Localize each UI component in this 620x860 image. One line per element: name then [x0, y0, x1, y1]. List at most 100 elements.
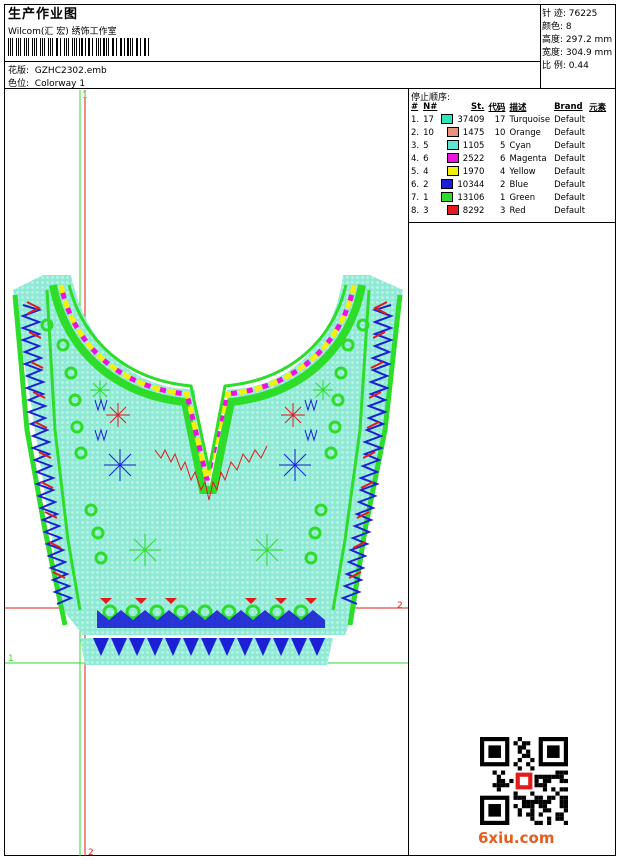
barcode-bar	[39, 38, 41, 56]
qr-module	[517, 808, 522, 813]
cell-element	[587, 204, 608, 217]
qr-module	[542, 783, 548, 788]
qr-module	[538, 774, 543, 779]
qr-module	[526, 812, 531, 817]
barcode-bar	[123, 38, 125, 56]
stitch-cell: 37409	[439, 113, 486, 126]
stitch-cell: 1105	[439, 139, 486, 152]
qr-module	[534, 795, 539, 800]
barcode-bar	[19, 38, 22, 56]
cell-n: 6	[423, 153, 429, 164]
guide-label-v1: 1	[82, 91, 88, 101]
table-row: 2. 10 1475 10 Orange Default	[409, 126, 608, 139]
cell-element	[587, 178, 608, 191]
cell-code: 5	[500, 140, 506, 151]
qr-module	[513, 804, 518, 809]
table-row: 8. 3 8292 3 Red Default	[409, 204, 608, 217]
qr-module	[559, 804, 564, 809]
barcode-bar	[15, 38, 17, 56]
design-width: 宽度: 304.9 mm	[542, 48, 613, 58]
stitch-cell: 1970	[439, 165, 486, 178]
qr-module	[538, 820, 543, 825]
qr-module	[563, 799, 568, 805]
qr-module	[563, 770, 568, 775]
barcode-bar	[115, 38, 117, 56]
qr-module	[526, 799, 531, 805]
cell-brand: Default	[554, 140, 586, 151]
color-swatch	[446, 153, 459, 164]
qr-module	[563, 787, 568, 792]
barcode-bar	[59, 38, 62, 56]
qr-module	[542, 774, 548, 779]
cell-brand: Default	[554, 127, 586, 138]
barcode-bar	[71, 38, 73, 56]
qr-module	[521, 795, 527, 800]
qr-module	[559, 795, 564, 800]
table-row: 3. 5 1105 5 Cyan Default	[409, 139, 608, 152]
qr-module	[500, 783, 506, 788]
cell-n: 10	[423, 127, 434, 138]
cell-element	[587, 152, 608, 165]
cell-brand: Default	[554, 114, 586, 125]
stitch-count: 1475	[462, 127, 485, 138]
qr-module	[517, 795, 522, 800]
cell-code: 3	[500, 205, 506, 216]
qr-module	[542, 799, 548, 805]
barcode-bar	[64, 38, 65, 56]
qr-module	[534, 820, 539, 825]
divider	[4, 61, 540, 62]
page-title: 生产作业图	[8, 7, 79, 22]
color-swatch	[446, 205, 459, 216]
guide-label-h2: 2	[397, 601, 403, 611]
qr-code	[480, 737, 568, 825]
qr-module	[563, 808, 568, 813]
qr-module	[534, 799, 539, 805]
cell-desc: Green	[509, 192, 536, 203]
stitch-count: 10344	[457, 179, 485, 190]
design-height: 高度: 297.2 mm	[542, 35, 613, 45]
qr-module	[563, 804, 568, 809]
cell-idx: 1.	[411, 114, 420, 125]
qr-module	[530, 816, 535, 821]
qr-module	[496, 778, 501, 784]
qr-module	[488, 804, 501, 817]
color-swatch	[446, 140, 459, 151]
design-scale: 比 例: 0.44	[542, 61, 589, 71]
qr-module	[534, 774, 539, 779]
qr-module	[513, 762, 518, 767]
qr-module	[559, 816, 564, 821]
qr-module	[505, 783, 510, 788]
stitch-count: 针 迹: 76225	[542, 9, 598, 19]
qr-module	[500, 770, 506, 775]
qr-module	[555, 816, 560, 821]
cell-brand: Default	[554, 205, 586, 216]
qr-module	[538, 812, 543, 817]
cell-idx: 2.	[411, 127, 420, 138]
cell-brand: Default	[554, 153, 586, 164]
divider	[408, 222, 616, 223]
cell-n: 3	[423, 205, 429, 216]
embroidery-design-preview: 1 2 1 2	[5, 90, 408, 856]
colorway: 色位: Colorway 1	[8, 79, 86, 89]
color-swatch	[446, 166, 459, 177]
col-header: Brand	[554, 101, 583, 112]
stitch-count: 37409	[457, 114, 485, 125]
cell-idx: 3.	[411, 140, 420, 151]
qr-module	[542, 787, 548, 792]
barcode-bar	[132, 38, 133, 56]
table-row: 1. 17 37409 17 Turquoise Default	[409, 113, 608, 126]
cell-element	[587, 165, 608, 178]
barcode-bar	[139, 38, 141, 56]
qr-module	[547, 816, 552, 821]
qr-module	[547, 820, 552, 825]
qr-module	[559, 778, 564, 784]
guide-label-h1: 1	[8, 654, 14, 664]
stitch-count: 1105	[462, 140, 485, 151]
color-swatch	[446, 127, 459, 138]
qr-module	[521, 804, 527, 809]
cell-element	[587, 139, 608, 152]
cell-n: 2	[423, 179, 429, 190]
barcode-bar	[31, 38, 33, 56]
table-row: 5. 4 1970 4 Yellow Default	[409, 165, 608, 178]
qr-module	[547, 808, 552, 813]
